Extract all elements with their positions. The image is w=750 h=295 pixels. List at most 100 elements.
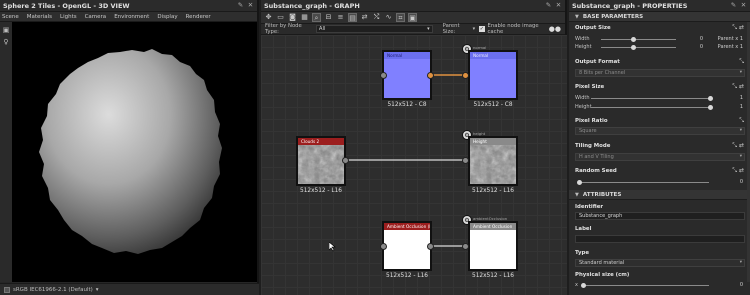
link-icons[interactable]: ⤡ ⇄ [732, 142, 744, 150]
pixel-ratio-dropdown[interactable]: Square ▾ [575, 127, 745, 135]
output-height-slider[interactable] [601, 47, 676, 48]
pin-icon[interactable]: ✎ [545, 2, 552, 9]
output-format-dropdown[interactable]: 8 Bits per Channel ▾ [575, 69, 745, 77]
node-thumbnail [298, 145, 344, 184]
cache-checkbox[interactable]: ✓ [479, 26, 485, 32]
close-icon[interactable]: ✕ [247, 2, 254, 9]
output-height-value: 0 [699, 44, 703, 50]
physical-x-knob[interactable] [581, 283, 586, 288]
filter-select[interactable]: All ▾ [315, 25, 433, 33]
node-ambient-occlusion-output[interactable]: Ambient Occlusion [468, 221, 518, 271]
fit-icon[interactable]: ▣ [408, 13, 417, 22]
random-seed-knob[interactable] [577, 180, 582, 185]
label-field[interactable] [575, 235, 745, 243]
menu-materials[interactable]: Materials [27, 14, 52, 20]
search-icon[interactable]: ⌕ [312, 13, 321, 22]
output-socket[interactable] [427, 72, 434, 79]
parent-size-label: Parent Size: [442, 23, 460, 35]
spline-icon[interactable]: ∿ [384, 13, 393, 22]
node-header: Clouds 2 [298, 138, 344, 145]
link-icons[interactable]: ⤡ ⇄ [732, 167, 744, 175]
menu-lights[interactable]: Lights [60, 14, 77, 20]
pin-icon[interactable]: ✎ [237, 2, 244, 9]
pixel-width-slider[interactable] [591, 98, 709, 99]
preview-icon[interactable]: ▤ [348, 13, 357, 22]
link-icons[interactable]: ⤡ ⇄ [732, 83, 744, 91]
light-bulb-icon[interactable]: ♀ [2, 38, 10, 46]
graph-panel: Substance_graph - GRAPH ✎ ✕ ✥ ▭ ◙ ▦ ⌕ ⊟ … [261, 0, 567, 295]
chevron-down-icon[interactable]: ▾ [96, 287, 99, 293]
node-header: Normal [384, 52, 430, 59]
physical-size-label: Physical size (cm) [575, 272, 630, 278]
menu-environment[interactable]: Environment [114, 14, 149, 20]
node-caption: 512x512 - L16 [386, 273, 428, 279]
grid-icon[interactable]: ▦ [300, 13, 309, 22]
graph-filterbar: Filter by Node Type: All ▾ Parent Size: … [261, 23, 565, 35]
properties-panel: Substance_graph - PROPERTIES ✎ ✕ ▼ BASE … [569, 0, 750, 295]
chevron-down-icon[interactable]: ▾ [473, 26, 476, 32]
pixel-height-slider[interactable] [591, 107, 709, 108]
output-width-knob[interactable] [631, 37, 636, 42]
layout-icon[interactable]: ⊟ [324, 13, 333, 22]
link-icons[interactable]: ⤡ [739, 58, 744, 66]
frame-icon[interactable]: ▭ [276, 13, 285, 22]
chevron-down-icon: ▾ [739, 128, 742, 133]
more-options-icon[interactable]: ●● [549, 25, 561, 33]
filter-value: All [318, 26, 326, 32]
close-icon[interactable]: ✕ [740, 2, 747, 9]
node-caption: 512x512 - L16 [472, 188, 514, 194]
input-socket[interactable] [462, 157, 469, 164]
link-icon[interactable]: ⇄ [360, 13, 369, 22]
output-width-slider[interactable] [601, 39, 676, 40]
connect-icon[interactable]: ⤭ [372, 13, 381, 22]
identifier-field[interactable]: Substance_graph [575, 212, 745, 220]
close-icon[interactable]: ✕ [555, 2, 562, 9]
move-tool-icon[interactable]: ✥ [264, 13, 273, 22]
properties-titlebar: Substance_graph - PROPERTIES ✎ ✕ [569, 0, 750, 12]
input-socket[interactable] [462, 243, 469, 250]
menu-renderer[interactable]: Renderer [186, 14, 211, 20]
type-dropdown[interactable]: Standard material ▾ [575, 259, 745, 267]
mouse-cursor-icon [329, 242, 336, 252]
pixel-width-knob[interactable] [708, 96, 713, 101]
chevron-down-icon: ▾ [427, 26, 430, 32]
3d-viewport[interactable] [12, 22, 257, 282]
snap-icon[interactable]: ⌗ [396, 13, 405, 22]
camera-icon[interactable]: ▣ [2, 26, 10, 34]
random-seed-slider[interactable] [579, 182, 709, 183]
node-clouds[interactable]: Clouds 2 [296, 136, 346, 186]
colorspace-select[interactable]: sRGB IEC61966-2.1 (Default) [13, 287, 93, 293]
link-icons[interactable]: ⤡ ⇄ [732, 24, 744, 32]
align-icon[interactable]: ≡ [336, 13, 345, 22]
section-attributes[interactable]: ▼ ATTRIBUTES [569, 190, 747, 200]
graph-canvas[interactable]: Normal 512x512 - C8 ⚙ normal Normal 512x… [261, 35, 567, 295]
menu-display[interactable]: Display [157, 14, 177, 20]
output-socket[interactable] [427, 243, 434, 250]
node-caption: 512x512 - C8 [387, 102, 427, 108]
menu-camera[interactable]: Camera [85, 14, 107, 20]
node-thumbnail [470, 145, 516, 184]
output-socket[interactable] [342, 157, 349, 164]
output-height-parent[interactable]: Parent x 1 [709, 44, 743, 50]
input-socket[interactable] [462, 72, 469, 79]
input-socket[interactable] [380, 243, 387, 250]
3d-view-menubar: Scene Materials Lights Camera Environmen… [0, 12, 257, 22]
screenshot-icon[interactable]: ◙ [288, 13, 297, 22]
node-normal-output[interactable]: Normal [468, 50, 518, 100]
physical-x-slider[interactable] [583, 285, 709, 286]
menu-scene[interactable]: Scene [2, 14, 19, 20]
pin-icon[interactable]: ✎ [730, 2, 737, 9]
output-height-knob[interactable] [631, 45, 636, 50]
tiling-mode-dropdown[interactable]: H and V Tiling ▾ [575, 153, 745, 161]
node-height-output[interactable]: Height [468, 136, 518, 186]
section-base-parameters[interactable]: ▼ BASE PARAMETERS [569, 12, 750, 22]
filter-label: Filter by Node Type: [265, 23, 302, 35]
node-thumbnail [384, 59, 430, 98]
output-width-parent[interactable]: Parent x 1 [709, 36, 743, 42]
type-label: Type [575, 250, 590, 256]
pixel-height-knob[interactable] [708, 105, 713, 110]
node-ambient-occlusion[interactable]: Ambient Occlusion (HB... [382, 221, 432, 271]
link-icons[interactable]: ⤡ [739, 117, 744, 125]
input-socket[interactable] [380, 72, 387, 79]
node-normal[interactable]: Normal [382, 50, 432, 100]
